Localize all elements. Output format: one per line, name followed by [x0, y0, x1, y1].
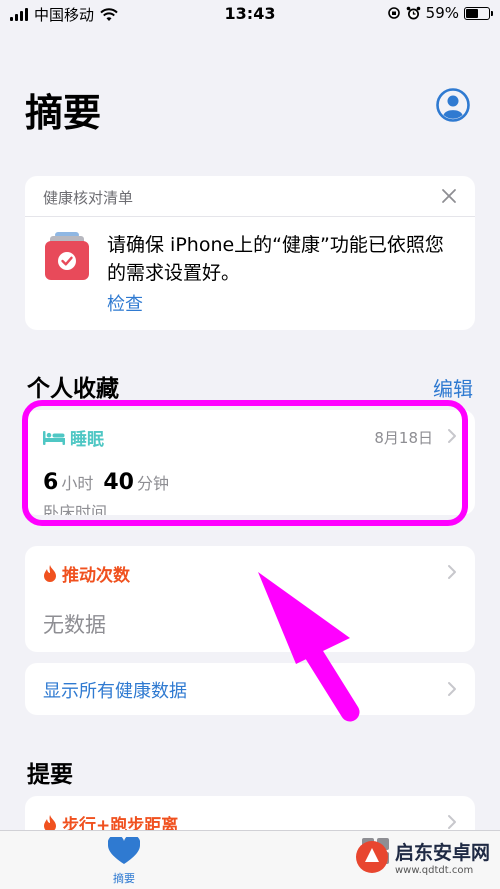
watermark: 启东安卓网 www.qdtdt.com [355, 838, 490, 876]
annotation-highlight-box [22, 400, 468, 526]
tab-summary[interactable]: 摘要 [84, 834, 164, 886]
watermark-url: www.qdtdt.com [395, 865, 474, 876]
show-all-health-data-button[interactable]: 显示所有健康数据 [25, 663, 475, 715]
flights-label: 推动次数 [62, 566, 130, 586]
watermark-logo-icon [356, 841, 388, 873]
flights-value: 无数据 [43, 613, 106, 637]
close-icon[interactable] [439, 186, 459, 206]
health-checklist-card: 健康核对清单 请确保 iPhone上的“健康”功能已依照您的需求设置好。 检查 [25, 176, 475, 330]
check-link[interactable]: 检查 [107, 290, 143, 316]
chevron-right-icon [448, 815, 456, 829]
alarm-icon [406, 6, 420, 19]
edit-button[interactable]: 编辑 [433, 373, 473, 402]
battery-percent: 59% [425, 4, 459, 22]
watermark-text: 启东安卓网 [395, 842, 491, 864]
orientation-lock-icon [387, 7, 400, 19]
status-right: 59% [387, 4, 493, 22]
tab-summary-label: 摘要 [113, 872, 135, 885]
flame-icon [44, 564, 56, 582]
heart-icon [107, 834, 141, 864]
chevron-right-icon [448, 565, 456, 579]
chevron-right-icon [448, 682, 456, 696]
checklist-icon [45, 232, 89, 280]
checklist-title: 健康核对清单 [43, 189, 134, 207]
checklist-message: 请确保 iPhone上的“健康”功能已依照您的需求设置好。 [107, 234, 444, 284]
health-summary-screen: 中国移动 13:43 59% 摘要 健康核对清单 请确保 iPhone上的“健康… [0, 0, 500, 889]
status-bar: 中国移动 13:43 59% [0, 0, 500, 30]
highlights-title: 提要 [27, 762, 73, 788]
profile-icon[interactable] [436, 88, 470, 122]
flights-header: 推动次数 [43, 561, 130, 586]
flights-climbed-card[interactable]: 推动次数 无数据 [25, 546, 475, 652]
checklist-header: 健康核对清单 [25, 176, 475, 217]
battery-icon [464, 6, 493, 20]
show-all-label: 显示所有健康数据 [43, 681, 187, 702]
page-title: 摘要 [25, 91, 102, 135]
favorites-title: 个人收藏 [27, 376, 119, 402]
